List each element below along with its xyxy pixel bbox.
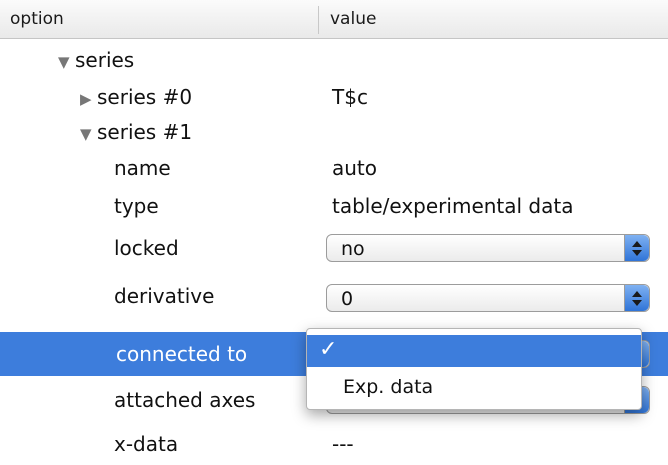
row-value: auto (332, 156, 378, 180)
row-label: x-data (114, 432, 179, 456)
tree-row-series-0[interactable]: ▶ series #0 T$c (0, 85, 668, 115)
checkmark-icon: ✓ (319, 337, 338, 362)
menu-item-exp-data[interactable]: Exp. data (307, 371, 641, 403)
property-row-type[interactable]: type table/experimental data (0, 194, 668, 224)
menu-item-label: Exp. data (343, 376, 434, 398)
property-row-name[interactable]: name auto (0, 156, 668, 186)
property-row-x-data[interactable]: x-data --- (0, 426, 668, 462)
value-column-header[interactable]: value (330, 9, 376, 29)
row-value: T$c (332, 85, 368, 109)
row-label: locked (114, 236, 179, 260)
selected-value: 0 (341, 288, 354, 310)
column-divider[interactable] (318, 6, 319, 34)
row-label: type (114, 194, 159, 218)
row-label: series (75, 48, 135, 72)
option-column-header[interactable]: option (10, 9, 64, 29)
disclosure-triangle-expanded-icon[interactable]: ▼ (80, 125, 97, 143)
derivative-select[interactable]: 0 (326, 284, 650, 312)
row-label: connected to (116, 342, 248, 366)
column-header: option value (0, 0, 668, 39)
select-stepper-icon[interactable] (624, 285, 649, 311)
row-value: --- (332, 432, 354, 456)
selected-value: no (341, 238, 365, 260)
row-label: series #0 (97, 85, 193, 109)
row-label: name (114, 156, 171, 180)
row-value: table/experimental data (332, 194, 574, 218)
row-label: series #1 (97, 120, 193, 144)
row-label: attached axes (114, 388, 256, 412)
tree-row-series[interactable]: ▼ series (0, 48, 668, 78)
menu-item-empty[interactable]: ✓ (307, 335, 641, 367)
select-stepper-icon[interactable] (624, 235, 649, 261)
disclosure-triangle-expanded-icon[interactable]: ▼ (58, 53, 75, 71)
row-label: derivative (114, 284, 215, 308)
connected-to-dropdown-menu: ✓ Exp. data (306, 328, 642, 410)
locked-select[interactable]: no (326, 234, 650, 262)
disclosure-triangle-collapsed-icon[interactable]: ▶ (80, 90, 97, 108)
tree-row-series-1[interactable]: ▼ series #1 (0, 120, 668, 150)
